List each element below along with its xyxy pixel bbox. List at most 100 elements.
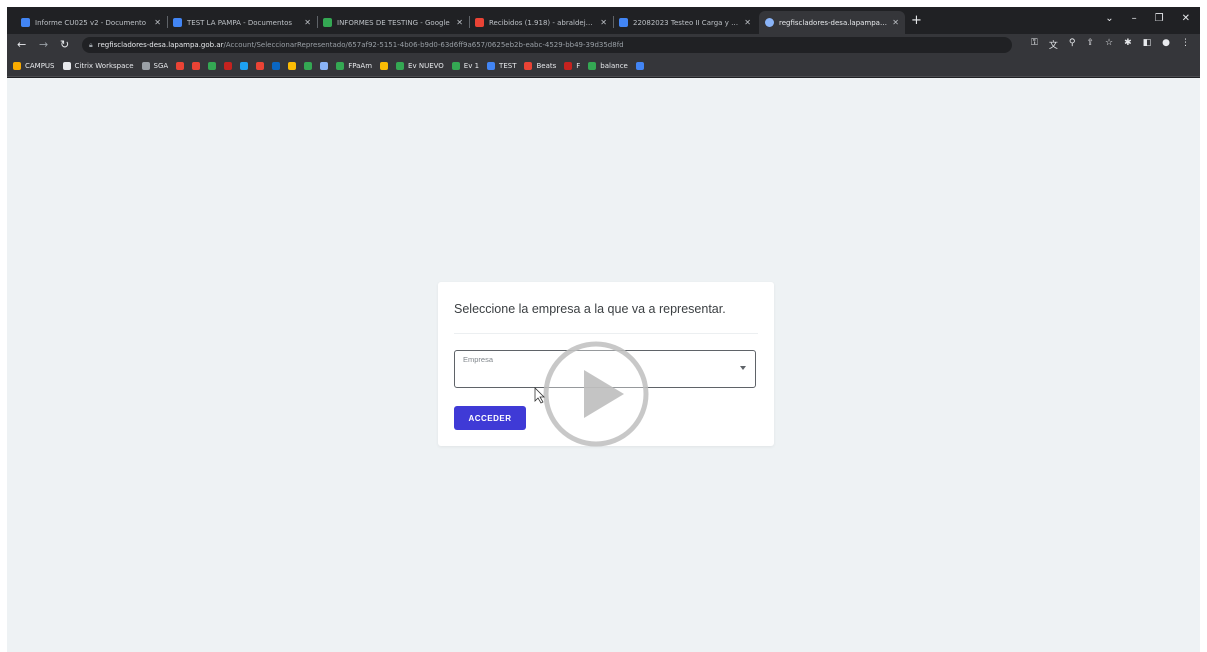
bookmark-label: FPaAm <box>348 62 373 70</box>
bookmark-item[interactable] <box>208 62 217 70</box>
bookmark-icon <box>380 62 389 70</box>
bookmark-item[interactable] <box>176 62 185 70</box>
bookmark-item[interactable]: balance <box>588 62 628 70</box>
bookmark-icon <box>396 62 405 70</box>
bookmark-label: TEST <box>499 62 517 70</box>
url-path: /Account/SeleccionarRepresentado/657af92… <box>223 41 624 49</box>
bookmark-item[interactable]: FPaAm <box>336 62 372 70</box>
close-icon[interactable]: ✕ <box>456 18 463 27</box>
zoom-icon[interactable]: ⚲ <box>1069 38 1076 51</box>
bookmark-label: CAMPUS <box>25 62 55 70</box>
bookmark-icon <box>62 62 71 70</box>
bookmark-label: Ev 1 <box>463 62 480 70</box>
tab-regfiscladores[interactable]: regfiscladores-desa.lapampa.gob. ✕ <box>759 11 905 34</box>
tab-informe[interactable]: Informe CU025 v2 - Documento ✕ <box>15 11 167 34</box>
minimize-button[interactable]: – <box>1132 13 1137 24</box>
avatar[interactable]: ● <box>1162 38 1170 51</box>
tab-title: regfiscladores-desa.lapampa.gob. <box>779 18 889 27</box>
bookmark-icon <box>564 62 573 70</box>
bookmark-item[interactable] <box>224 62 233 70</box>
tab-title: INFORMES DE TESTING - Google <box>337 18 450 27</box>
bookmark-icon <box>588 62 597 70</box>
dropdown-arrow-icon <box>740 366 746 370</box>
close-icon[interactable]: ✕ <box>600 18 607 27</box>
sidepanel-icon[interactable]: ◧ <box>1143 38 1152 51</box>
menu-icon[interactable]: ⋮ <box>1181 38 1190 51</box>
restore-button[interactable]: ❐ <box>1155 13 1164 24</box>
address-bar[interactable]: 🔒︎ regfiscladores-desa.lapampa.gob.ar /A… <box>82 37 1012 53</box>
browser-toolbar: ← → ↻ 🔒︎ regfiscladores-desa.lapampa.gob… <box>7 34 1200 56</box>
bookmark-icon <box>141 62 150 70</box>
bookmark-icon <box>487 62 496 70</box>
docs-icon <box>21 18 30 27</box>
divider <box>454 333 758 334</box>
bookmark-item[interactable]: SGA <box>141 62 169 70</box>
tab-testeo[interactable]: 22082023 Testeo II Carga y Eval. ✕ <box>613 11 757 34</box>
bookmark-item[interactable] <box>320 62 329 70</box>
bookmark-item[interactable] <box>256 62 265 70</box>
bookmark-item[interactable]: Citrix Workspace <box>62 62 134 70</box>
bookmark-icon <box>208 62 217 70</box>
gmail-icon <box>475 18 484 27</box>
bookmark-label: F <box>576 62 581 70</box>
share-icon[interactable]: ⇪ <box>1086 38 1094 51</box>
bookmark-item[interactable]: Beats <box>524 62 556 70</box>
key-icon[interactable]: ⚿ <box>1031 38 1038 51</box>
close-icon[interactable]: ✕ <box>304 18 311 27</box>
tab-title: 22082023 Testeo II Carga y Eval. <box>633 18 741 27</box>
bookmark-item[interactable] <box>288 62 297 70</box>
bookmark-label: Beats <box>536 62 557 70</box>
bookmark-item[interactable]: CAMPUS <box>13 62 55 70</box>
toolbar-actions: ⚿ 文 ⚲ ⇪ ☆ ✱ ◧ ● ⋮ <box>1031 38 1190 51</box>
acceder-button[interactable]: ACCEDER <box>454 406 526 430</box>
docs-icon <box>619 18 628 27</box>
page-title: Seleccione la empresa a la que va a repr… <box>454 302 726 316</box>
bookmark-icon <box>635 62 644 70</box>
bookmark-item[interactable]: Ev 1 <box>451 62 480 70</box>
bookmark-icon <box>240 62 249 70</box>
back-button[interactable]: ← <box>17 38 26 51</box>
bookmark-icon <box>320 62 329 70</box>
page-content: Seleccione la empresa a la que va a repr… <box>7 78 1200 652</box>
bookmark-label: Citrix Workspace <box>74 62 134 70</box>
bookmark-icon <box>224 62 233 70</box>
bookmark-item[interactable]: TEST <box>487 62 516 70</box>
bookmark-icon <box>451 62 460 70</box>
close-icon[interactable]: ✕ <box>892 18 899 27</box>
mouse-cursor-icon <box>534 387 545 404</box>
extensions-icon[interactable]: ✱ <box>1124 38 1132 51</box>
bookmark-item[interactable] <box>272 62 281 70</box>
tab-gmail[interactable]: Recibidos (1.918) - abraldejans ✕ <box>469 11 613 34</box>
window-controls: ⌄ – ❐ ✕ <box>1105 13 1190 24</box>
forward-button[interactable]: → <box>39 38 48 51</box>
bookmark-item[interactable] <box>380 62 389 70</box>
bookmark-icon <box>192 62 201 70</box>
tab-title: Informe CU025 v2 - Documento <box>35 18 147 27</box>
empresa-select-label: Empresa <box>463 355 494 364</box>
tab-informes-testing[interactable]: INFORMES DE TESTING - Google ✕ <box>317 11 469 34</box>
star-icon[interactable]: ☆ <box>1105 38 1113 51</box>
bookmark-item[interactable] <box>304 62 313 70</box>
bookmark-item[interactable]: F <box>564 62 580 70</box>
tab-test-la-pampa[interactable]: TEST LA PAMPA - Documentos ✕ <box>167 11 317 34</box>
translate-icon[interactable]: 文 <box>1049 38 1058 51</box>
reload-button[interactable]: ↻ <box>60 38 69 51</box>
close-icon[interactable]: ✕ <box>744 18 751 27</box>
url-host: regfiscladores-desa.lapampa.gob.ar <box>97 41 224 49</box>
chevron-down-icon[interactable]: ⌄ <box>1105 13 1113 24</box>
bookmark-label: SGA <box>153 62 169 70</box>
bookmark-item[interactable] <box>635 62 644 70</box>
bookmark-icon <box>524 62 533 70</box>
tab-strip: Informe CU025 v2 - Documento ✕ TEST LA P… <box>7 7 1200 34</box>
bookmark-label: Ev NUEVO <box>408 62 444 70</box>
close-window-button[interactable]: ✕ <box>1182 13 1190 24</box>
bookmark-item[interactable]: Ev NUEVO <box>396 62 444 70</box>
close-icon[interactable]: ✕ <box>154 18 161 27</box>
bookmark-icon <box>256 62 265 70</box>
bookmark-icon <box>336 62 345 70</box>
bookmark-icon <box>13 62 21 70</box>
bookmark-item[interactable] <box>192 62 201 70</box>
bookmark-item[interactable] <box>240 62 249 70</box>
play-icon[interactable] <box>542 340 650 448</box>
new-tab-button[interactable]: + <box>911 13 922 28</box>
